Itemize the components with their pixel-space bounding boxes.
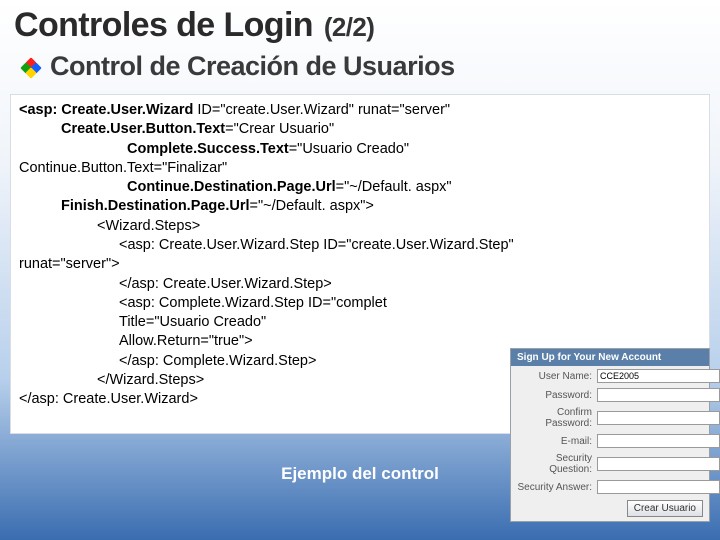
form-row-answer: Security Answer: <box>511 477 709 496</box>
label-username: User Name: <box>517 371 597 382</box>
label-confirm: Confirm Password: <box>517 407 597 429</box>
input-answer[interactable] <box>597 480 720 494</box>
label-email: E-mail: <box>517 436 597 447</box>
input-email[interactable] <box>597 434 720 448</box>
slide-title: Controles de Login (2/2) <box>0 0 720 47</box>
title-text: Controles de Login <box>14 6 313 44</box>
code-line-6-val: ="~/Default. aspx"> <box>250 198 374 214</box>
subtitle-text: Control de Creación de Usuarios <box>50 51 455 82</box>
code-line-8: <asp: Create.User.Wizard.Step ID="create… <box>19 236 701 255</box>
code-line-7: <Wizard.Steps> <box>19 217 701 236</box>
form-row-password: Password: <box>511 385 709 404</box>
create-user-button[interactable]: Crear Usuario <box>627 500 703 517</box>
input-confirm[interactable] <box>597 411 720 425</box>
code-line-5-val: ="~/Default. aspx" <box>336 179 452 195</box>
code-line-3-val: ="Usuario Creado" <box>289 141 409 157</box>
code-line-4: Continue.Button.Text="Finalizar" <box>19 159 701 178</box>
label-password: Password: <box>517 390 597 401</box>
subtitle-row: Control de Creación de Usuarios <box>0 47 720 88</box>
code-line-10: </asp: Create.User.Wizard.Step> <box>19 275 701 294</box>
form-row-username: User Name: <box>511 366 709 385</box>
input-question[interactable] <box>597 457 720 471</box>
code-line-11: <asp: Complete.Wizard.Step ID="complet <box>19 294 701 313</box>
diamond-bullet-icon <box>22 59 40 75</box>
form-row-question: Security Question: <box>511 450 709 477</box>
form-preview: Sign Up for Your New Account User Name: … <box>510 348 710 522</box>
label-question: Security Question: <box>517 453 597 475</box>
label-answer: Security Answer: <box>517 482 597 493</box>
input-password[interactable] <box>597 388 720 402</box>
code-line-1-tag: <asp: Create.User.Wizard <box>19 102 193 118</box>
form-footer: Crear Usuario <box>511 496 709 521</box>
code-line-5-key: Continue.Destination.Page.Url <box>127 179 336 195</box>
input-username[interactable] <box>597 369 720 383</box>
code-line-2-key: Create.User.Button.Text <box>61 121 225 137</box>
code-line-2-val: ="Crear Usuario" <box>225 121 334 137</box>
code-line-6-key: Finish.Destination.Page.Url <box>61 198 250 214</box>
code-line-9: runat="server"> <box>19 255 701 274</box>
code-line-1-rest: ID="create.User.Wizard" runat="server" <box>193 102 450 118</box>
form-row-email: E-mail: <box>511 431 709 450</box>
title-fraction: (2/2) <box>324 12 374 42</box>
form-row-confirm: Confirm Password: <box>511 404 709 431</box>
code-line-3-key: Complete.Success.Text <box>127 141 289 157</box>
form-header: Sign Up for Your New Account <box>511 349 709 366</box>
code-line-12: Title="Usuario Creado" <box>19 313 701 332</box>
